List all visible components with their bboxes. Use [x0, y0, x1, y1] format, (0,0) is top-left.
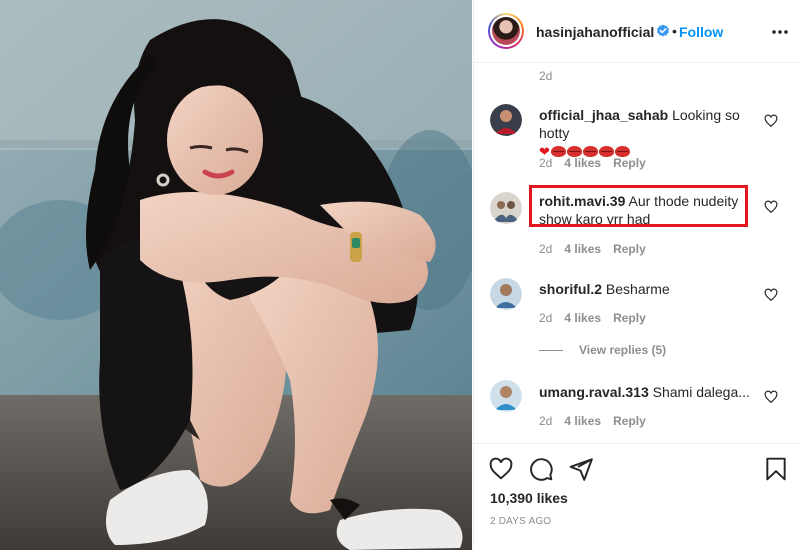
post-likes-count[interactable]: 10,390 likes	[490, 490, 568, 506]
comments-list[interactable]: 2d official_jhaa_sahab Looking so hotty …	[474, 64, 800, 442]
reply-button[interactable]: Reply	[613, 311, 646, 325]
commenter-avatar[interactable]	[490, 278, 522, 310]
comment-username[interactable]: official_jhaa_sahab	[539, 107, 668, 123]
comment-likes[interactable]: 4 likes	[564, 242, 601, 256]
author-username[interactable]: hasinjahanofficial	[536, 24, 654, 40]
comment-meta: 2d 4 likes Reply	[539, 242, 658, 256]
header-separator: •	[672, 23, 677, 39]
comment-body: Besharme	[605, 281, 670, 297]
view-replies-label: View replies (5)	[579, 343, 667, 357]
comment-icon[interactable]	[528, 456, 554, 482]
like-comment-heart-icon[interactable]	[764, 200, 778, 214]
comment-time: 2d	[539, 311, 553, 325]
like-comment-heart-icon[interactable]	[764, 114, 778, 128]
highlight-box	[529, 185, 748, 227]
post-image	[0, 0, 472, 550]
view-replies-button[interactable]: View replies (5)	[539, 343, 666, 357]
comment-username[interactable]: umang.raval.313	[539, 384, 649, 400]
heart-icon[interactable]	[488, 456, 514, 482]
commenter-avatar[interactable]	[490, 380, 522, 412]
comment-meta: 2d 4 likes Reply	[539, 414, 658, 428]
more-options-icon[interactable]	[770, 22, 790, 42]
author-avatar[interactable]	[488, 13, 524, 49]
comment-text: shoriful.2 Besharme	[539, 280, 754, 298]
comment-time: 2d	[539, 414, 553, 428]
comment-text: umang.raval.313 Shami dalega...	[539, 383, 754, 401]
comment-body: Shami dalega...	[652, 384, 750, 400]
post-actions: 10,390 likes 2 DAYS AGO	[474, 443, 800, 550]
commenter-avatar[interactable]	[490, 192, 522, 224]
like-comment-heart-icon[interactable]	[764, 288, 778, 302]
previous-comment-time: 2d	[539, 69, 553, 83]
comment-time: 2d	[539, 242, 553, 256]
share-icon[interactable]	[568, 456, 594, 482]
post-date: 2 DAYS AGO	[490, 516, 552, 527]
like-comment-heart-icon[interactable]	[764, 390, 778, 404]
reply-button[interactable]: Reply	[613, 242, 646, 256]
comment-likes[interactable]: 4 likes	[564, 156, 601, 170]
post-side-panel: hasinjahanofficial • Follow 2d official_…	[473, 0, 800, 550]
post-photo[interactable]	[0, 0, 472, 550]
reply-button[interactable]: Reply	[613, 156, 646, 170]
bookmark-icon[interactable]	[763, 456, 789, 482]
comment-meta: 2d 4 likes Reply	[539, 156, 658, 170]
replies-divider-line	[539, 350, 563, 352]
commenter-avatar[interactable]	[490, 104, 522, 136]
post-header: hasinjahanofficial • Follow	[474, 0, 800, 63]
comment-username[interactable]: shoriful.2	[539, 281, 602, 297]
comment-likes[interactable]: 4 likes	[564, 414, 601, 428]
comment-time: 2d	[539, 156, 553, 170]
comment-meta: 2d 4 likes Reply	[539, 311, 658, 325]
reply-button[interactable]: Reply	[613, 414, 646, 428]
follow-button[interactable]: Follow	[679, 24, 723, 40]
comment-likes[interactable]: 4 likes	[564, 311, 601, 325]
verified-badge-icon	[657, 24, 669, 37]
comment-text: official_jhaa_sahab Looking so hotty ❤	[539, 106, 754, 161]
